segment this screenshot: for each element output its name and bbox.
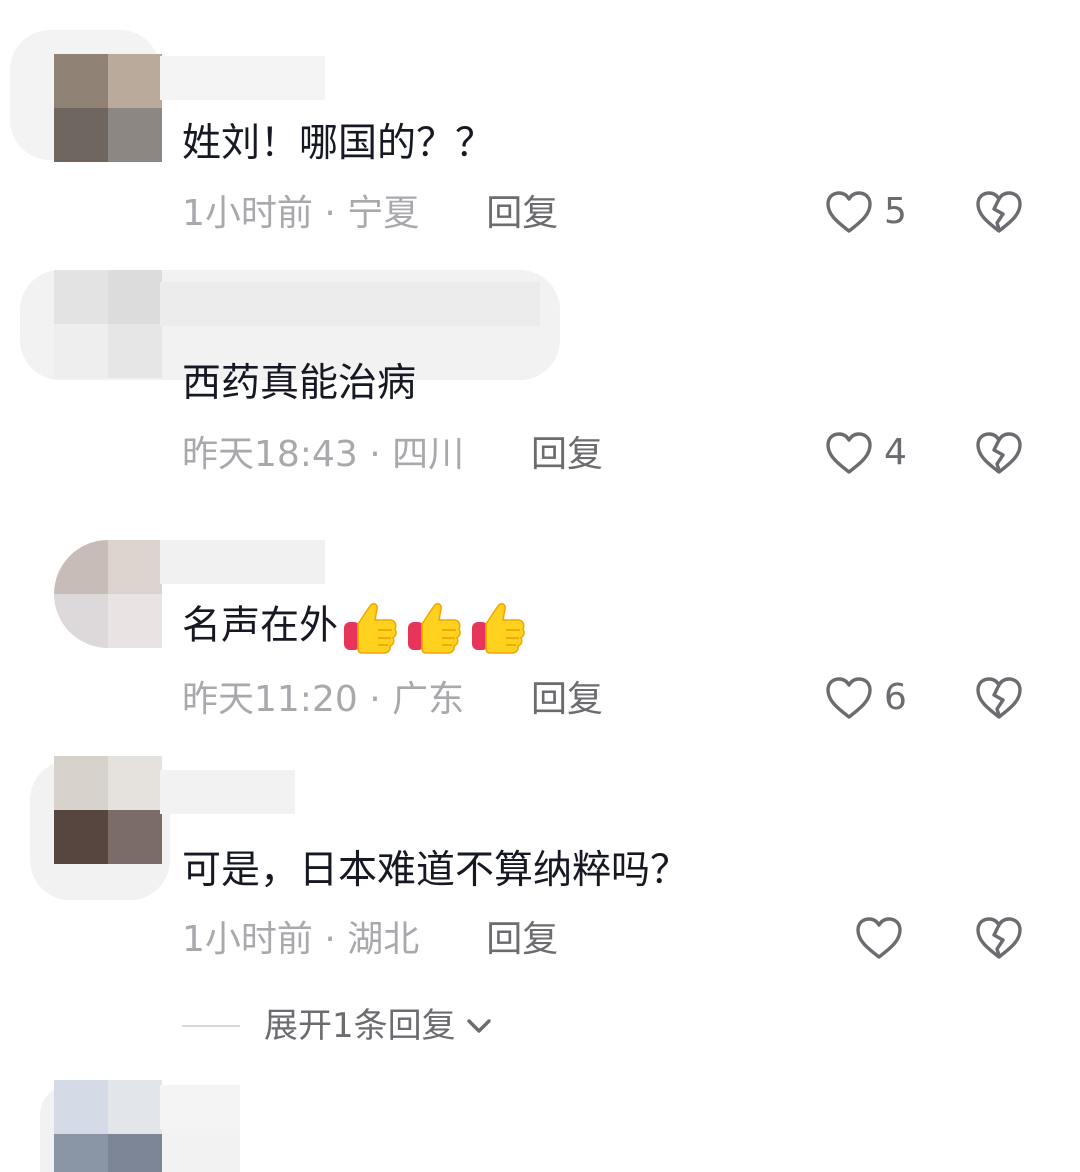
comment-meta: 1小时前 · 湖北 回复 xyxy=(182,916,558,964)
separator: · xyxy=(324,193,336,234)
username-blurred[interactable] xyxy=(160,770,295,814)
comment-text: 姓刘！哪国的？？ xyxy=(182,121,495,166)
dislike-button[interactable] xyxy=(974,675,1024,725)
comment-location: 四川 xyxy=(392,434,465,475)
reply-button[interactable]: 回复 xyxy=(531,679,603,720)
dislike-button[interactable] xyxy=(974,915,1024,965)
heart-outline-icon xyxy=(826,432,872,474)
broken-heart-icon xyxy=(976,191,1022,233)
heart-outline-icon xyxy=(856,917,902,959)
comment-time: 1小时前 xyxy=(182,919,313,960)
comment-text: 可是，日本难道不算纳粹吗？ xyxy=(182,848,690,893)
heart-outline-icon xyxy=(826,191,872,233)
separator: · xyxy=(369,434,381,475)
username-blurred[interactable] xyxy=(160,540,325,584)
comment-text: 名声在外 xyxy=(182,598,528,658)
username-blurred[interactable] xyxy=(160,1085,240,1129)
reply-button[interactable]: 回复 xyxy=(486,919,558,960)
chevron-down-icon xyxy=(466,1019,491,1033)
like-count: 4 xyxy=(884,432,907,473)
like-button[interactable]: 4 xyxy=(824,430,907,476)
avatar[interactable] xyxy=(54,540,162,648)
divider-line xyxy=(182,1025,240,1027)
reply-button[interactable]: 回复 xyxy=(531,434,603,475)
thumbs-up-emoji xyxy=(472,603,525,654)
comment-time: 昨天11:20 xyxy=(182,679,358,720)
username-blurred[interactable] xyxy=(160,56,325,100)
comment-time: 1小时前 xyxy=(182,193,313,234)
separator: · xyxy=(324,919,336,960)
like-count: 6 xyxy=(884,677,907,718)
avatar[interactable] xyxy=(54,270,162,378)
like-button[interactable] xyxy=(854,915,914,961)
like-count: 5 xyxy=(884,191,907,232)
comment-meta: 1小时前 · 宁夏 回复 xyxy=(182,190,558,238)
broken-heart-icon xyxy=(976,432,1022,474)
comment-location: 广东 xyxy=(392,679,465,720)
avatar[interactable] xyxy=(54,54,162,162)
comment-text: 西药真能治病 xyxy=(182,361,417,406)
comment-location: 宁夏 xyxy=(347,193,420,234)
comment-time: 昨天18:43 xyxy=(182,434,358,475)
broken-heart-icon xyxy=(976,677,1022,719)
dislike-button[interactable] xyxy=(974,430,1024,480)
avatar[interactable] xyxy=(54,1080,162,1172)
username-blurred[interactable] xyxy=(160,282,540,326)
separator: · xyxy=(369,679,381,720)
dislike-button[interactable] xyxy=(974,189,1024,239)
expand-replies-label: 展开1条回复 xyxy=(264,1006,456,1046)
comment-text-body: 名声在外 xyxy=(182,603,339,649)
comment-location: 湖北 xyxy=(347,919,420,960)
like-button[interactable]: 5 xyxy=(824,189,907,235)
thumbs-up-emoji xyxy=(344,603,397,654)
broken-heart-icon xyxy=(976,917,1022,959)
emoji-group xyxy=(340,598,528,658)
thumbs-up-emoji xyxy=(408,603,461,654)
comment-meta: 昨天11:20 · 广东 回复 xyxy=(182,676,603,724)
reply-button[interactable]: 回复 xyxy=(486,193,558,234)
avatar[interactable] xyxy=(54,756,162,864)
heart-outline-icon xyxy=(826,677,872,719)
expand-replies-button[interactable]: 展开1条回复 xyxy=(182,1003,496,1049)
like-button[interactable]: 6 xyxy=(824,675,907,721)
comment-meta: 昨天18:43 · 四川 回复 xyxy=(182,431,603,479)
